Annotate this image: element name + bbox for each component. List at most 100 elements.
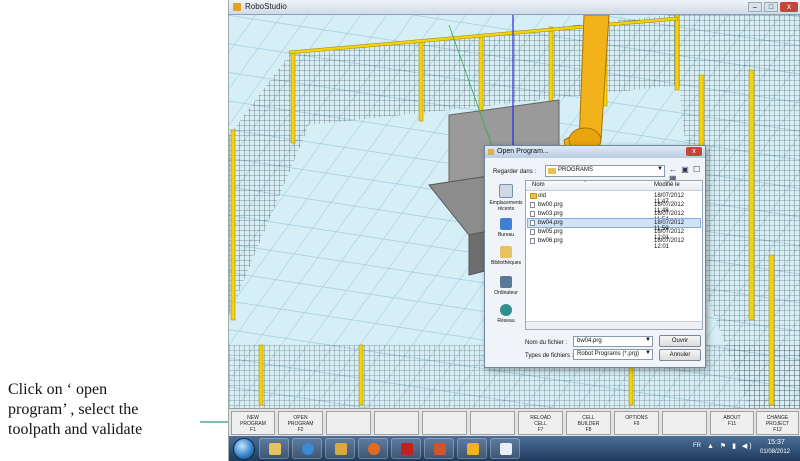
dialog-icon	[488, 149, 494, 155]
column-name[interactable]: Nom	[532, 182, 545, 188]
desktop-icon	[500, 218, 512, 230]
clock-time[interactable]: 15:37	[759, 439, 793, 446]
list-item[interactable]: old 18/07/2012 11:47	[528, 192, 700, 205]
fkey-line: F1	[250, 427, 256, 433]
file-name-value: bw04.prg	[577, 338, 602, 344]
fkey-10[interactable]	[662, 411, 707, 435]
look-in-value: PROGRAMS	[558, 167, 594, 173]
list-item-selected[interactable]: bw04.prg 18/07/2012 11:59	[527, 218, 701, 232]
computer-icon	[500, 276, 512, 288]
file-icon	[530, 238, 535, 244]
fkey-line: F11	[727, 421, 737, 427]
fkey-reload-cell[interactable]: RELOAD CELL F7	[518, 411, 563, 435]
clock-date[interactable]: 01/08/2012	[755, 449, 795, 455]
internet-explorer-icon	[302, 443, 314, 455]
maximize-button[interactable]: □	[764, 2, 778, 12]
file-icon	[530, 211, 535, 217]
file-name: bw00.prg	[538, 202, 563, 208]
place-network[interactable]: Réseau	[489, 304, 523, 324]
libraries-icon	[500, 246, 512, 258]
fkey-options[interactable]: OPTIONS F9	[614, 411, 659, 435]
open-button[interactable]: Ouvrir	[659, 335, 701, 347]
fkey-open-program[interactable]: OPEN PROGRAM F2	[278, 411, 323, 435]
language-indicator[interactable]: FR	[693, 443, 701, 449]
file-name: bw06.prg	[538, 238, 563, 244]
file-name: bw05.prg	[538, 229, 563, 235]
place-label: Emplacements récents	[489, 200, 523, 212]
file-type-value: Robot Programs (*.prg)	[577, 351, 640, 357]
fkey-4[interactable]	[374, 411, 419, 435]
place-desktop[interactable]: Bureau	[489, 218, 523, 238]
fkey-3[interactable]	[326, 411, 371, 435]
close-button[interactable]: x	[780, 2, 798, 12]
file-name: old	[538, 193, 547, 199]
instruction-caption: Click on ‘ open program’ , select the to…	[8, 380, 213, 440]
look-in-dropdown[interactable]: PROGRAMS ▼	[545, 165, 665, 177]
list-item[interactable]: bw00.prg 18/07/2012 11:48	[528, 201, 700, 214]
taskbar-document[interactable]	[490, 438, 520, 459]
look-in-label: Regarder dans :	[493, 169, 537, 175]
column-date[interactable]: Modifié le	[654, 182, 680, 188]
taskbar-powerpoint[interactable]	[424, 438, 454, 459]
start-button[interactable]	[233, 438, 255, 460]
place-recent[interactable]: Emplacements récents	[489, 184, 523, 212]
chevron-down-icon[interactable]: ▼	[645, 337, 651, 343]
chevron-down-icon[interactable]: ▼	[645, 350, 651, 356]
caption-line-3: toolpath and validate	[8, 421, 143, 438]
folder-icon	[530, 193, 537, 199]
chevron-down-icon[interactable]: ▼	[657, 166, 663, 172]
fkey-6[interactable]	[470, 411, 515, 435]
sort-indicator-icon: ^	[584, 180, 587, 186]
acrobat-icon	[401, 443, 413, 455]
horizontal-scrollbar[interactable]	[526, 321, 702, 329]
taskbar-acrobat[interactable]	[391, 438, 421, 459]
network-icon	[500, 304, 512, 316]
file-list[interactable]: Nom ^ Modifié le old 18/07/2012 11:47 bw…	[525, 180, 703, 330]
app-icon	[233, 3, 241, 11]
places-bar: Emplacements récents Bureau Bibliothèque…	[489, 180, 523, 330]
powerpoint-icon	[434, 443, 446, 455]
fkey-line: F8	[585, 427, 592, 433]
taskbar-media-player[interactable]	[358, 438, 388, 459]
open-program-dialog: Open Program... x Regarder dans : PROGRA…	[484, 145, 706, 368]
place-computer[interactable]: Ordinateur	[489, 276, 523, 296]
list-item[interactable]: bw06.prg 18/07/2012 12:01	[528, 237, 700, 250]
place-label: Bureau	[497, 232, 515, 238]
fkey-line: F12	[773, 427, 782, 433]
robot-app-icon	[467, 443, 479, 455]
file-name-input[interactable]: bw04.prg ▼	[573, 336, 653, 347]
list-item[interactable]: bw05.prg 18/07/2012 12:01	[528, 228, 700, 241]
cancel-button[interactable]: Annuler	[659, 349, 701, 361]
file-type-select[interactable]: Robot Programs (*.prg) ▼	[573, 349, 653, 360]
window-titlebar: RoboStudio – □ x	[229, 0, 800, 15]
file-list-header: Nom ^ Modifié le	[526, 180, 702, 191]
taskbar-explorer[interactable]	[259, 438, 289, 459]
system-tray-icons[interactable]: ▲ ⚑ ▮ ◀)	[707, 442, 754, 450]
taskbar-robot-app[interactable]	[457, 438, 487, 459]
list-item[interactable]: bw03.prg 18/07/2012 11:54	[528, 210, 700, 223]
dialog-title: Open Program...	[497, 148, 549, 155]
file-name: bw03.prg	[538, 211, 563, 217]
taskbar-internet-explorer[interactable]	[292, 438, 322, 459]
fkey-change-project[interactable]: CHANGE PROJECT F12	[756, 411, 799, 435]
fkey-line: F9	[633, 421, 640, 427]
place-label: Ordinateur	[494, 290, 518, 296]
fkey-about[interactable]: ABOUT F11	[710, 411, 754, 435]
recent-places-icon	[499, 184, 513, 198]
window-title: RoboStudio	[245, 2, 287, 11]
dialog-close-button[interactable]: x	[686, 147, 702, 156]
place-label: Réseau	[497, 318, 515, 324]
document-icon	[500, 443, 512, 455]
place-libraries[interactable]: Bibliothèques	[489, 246, 523, 266]
caption-line-2: program’ , select the	[8, 401, 139, 418]
file-date: 18/07/2012 12:01	[654, 238, 685, 250]
fkey-5[interactable]	[422, 411, 467, 435]
fkey-cell-builder[interactable]: CELL BUILDER F8	[566, 411, 611, 435]
fkey-new-program[interactable]: NEW PROGRAM F1	[231, 411, 275, 435]
media-player-icon	[368, 443, 380, 455]
minimize-button[interactable]: –	[748, 2, 762, 12]
caption-line-1: Click on ‘ open	[8, 381, 108, 398]
taskbar-folder[interactable]	[325, 438, 355, 459]
folder-icon	[548, 168, 556, 174]
function-key-bar: NEW PROGRAM F1 OPEN PROGRAM F2 RELOAD CELL F7 …	[229, 408, 800, 437]
